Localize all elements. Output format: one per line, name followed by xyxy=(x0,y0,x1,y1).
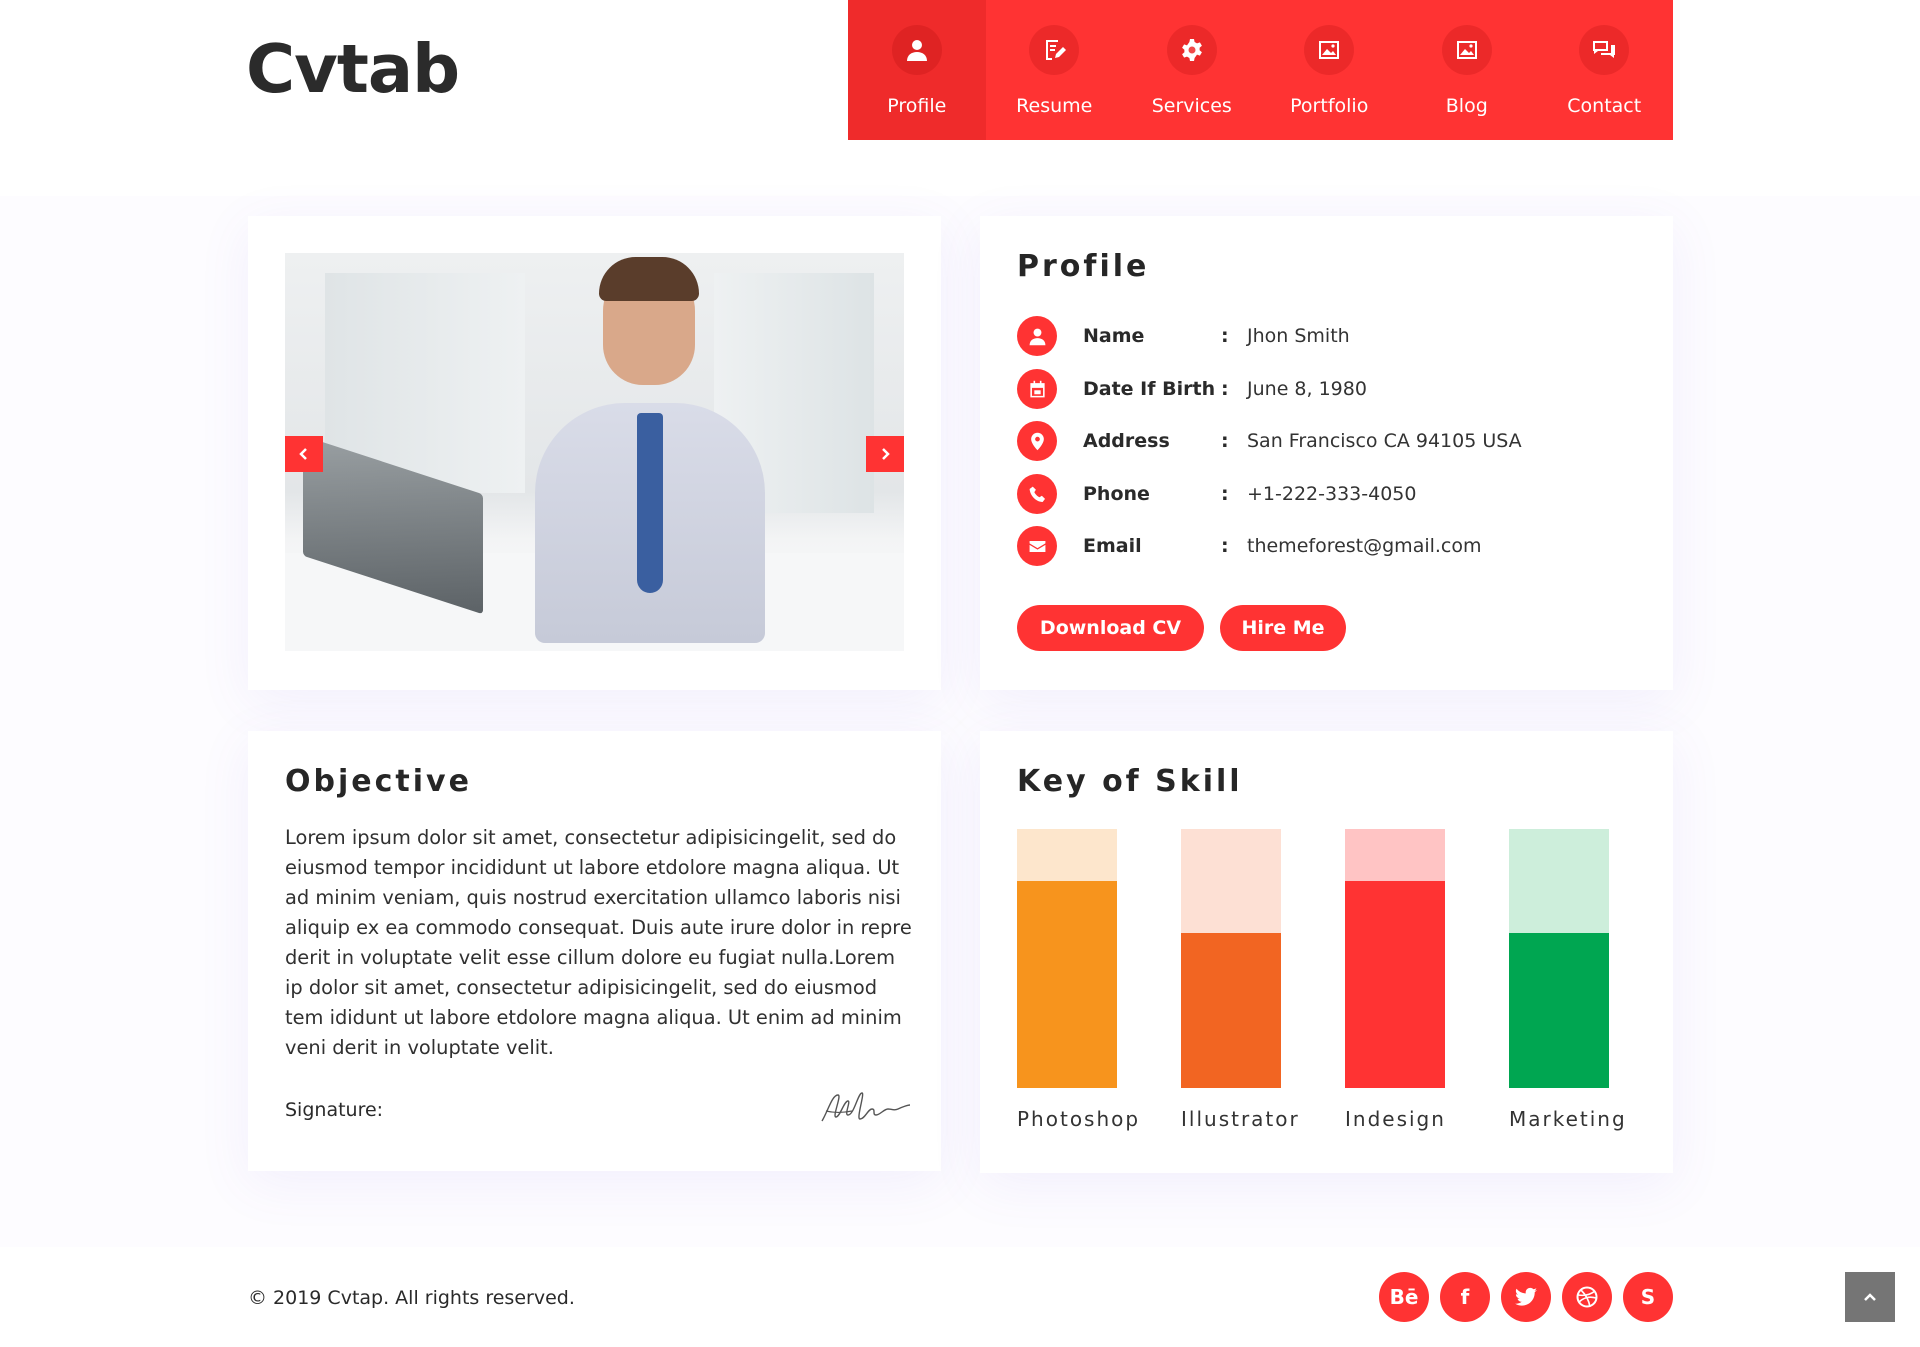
image-icon xyxy=(1441,25,1492,75)
skype-icon[interactable]: S xyxy=(1623,1272,1673,1322)
skype-glyph: S xyxy=(1640,1285,1656,1309)
calendar-icon xyxy=(1017,369,1057,409)
profile-key: Email xyxy=(1083,535,1142,557)
profile-value: Jhon Smith xyxy=(1247,325,1350,347)
profile-key: Name xyxy=(1083,325,1145,347)
profile-title: Profile xyxy=(1017,249,1150,284)
behance-glyph: Bē xyxy=(1389,1285,1419,1309)
facebook-icon[interactable]: f xyxy=(1440,1272,1490,1322)
profile-photo xyxy=(285,253,904,651)
profile-card: Profile Name : Jhon Smith Date If Birth … xyxy=(980,216,1673,690)
profile-key: Date If Birth xyxy=(1083,378,1216,400)
phone-icon xyxy=(1017,474,1057,514)
objective-card: Objective Lorem ipsum dolor sit amet, co… xyxy=(248,731,941,1171)
photo-hair xyxy=(599,257,699,301)
skill-label: Indesign xyxy=(1345,1107,1446,1131)
skill-label: Photoshop xyxy=(1017,1107,1141,1131)
skill-bar-fill xyxy=(1017,880,1117,1088)
profile-row-email: Email : themeforest@gmail.com xyxy=(1017,526,1482,566)
skills-card: Key of Skill Photoshop Illustrator Indes… xyxy=(980,731,1673,1173)
chat-icon xyxy=(1579,25,1630,75)
copyright-text: © 2019 Cvtap. All rights reserved. xyxy=(248,1287,575,1309)
chevron-left-icon xyxy=(299,448,307,460)
document-edit-icon xyxy=(1029,25,1080,75)
user-icon xyxy=(1017,316,1057,356)
nav-label: Contact xyxy=(1567,95,1642,117)
skills-title: Key of Skill xyxy=(1017,764,1243,799)
objective-text: Lorem ipsum dolor sit amet, consectetur … xyxy=(285,826,912,1059)
skill-bar-track xyxy=(1509,829,1609,1088)
nav-label: Resume xyxy=(1016,95,1093,117)
facebook-glyph: f xyxy=(1460,1285,1470,1309)
skill-photoshop: Photoshop xyxy=(1017,829,1138,1131)
skill-indesign: Indesign xyxy=(1345,829,1445,1131)
profile-row-address: Address : San Francisco CA 94105 USA xyxy=(1017,421,1522,461)
nav-item-resume[interactable]: Resume xyxy=(986,0,1124,140)
profile-row-phone: Phone : +1-222-333-4050 xyxy=(1017,474,1416,514)
nav-item-portfolio[interactable]: Portfolio xyxy=(1261,0,1399,140)
photo-slider-card xyxy=(248,216,941,690)
site-logo[interactable]: Cvtab xyxy=(246,30,460,108)
user-icon xyxy=(891,25,942,75)
main-nav: Profile Resume Services Portfolio Blog C… xyxy=(848,0,1673,140)
profile-value: San Francisco CA 94105 USA xyxy=(1247,430,1522,452)
profile-value[interactable]: themeforest@gmail.com xyxy=(1247,535,1482,557)
envelope-icon xyxy=(1017,526,1057,566)
profile-separator: : xyxy=(1221,430,1229,452)
profile-separator: : xyxy=(1221,325,1229,347)
nav-label: Services xyxy=(1151,95,1232,117)
signature-image xyxy=(821,1092,911,1122)
skill-bar-fill xyxy=(1181,932,1281,1088)
hire-me-button[interactable]: Hire Me xyxy=(1220,605,1346,651)
slider-prev-button[interactable] xyxy=(285,436,323,472)
profile-row-name: Name : Jhon Smith xyxy=(1017,316,1350,356)
profile-separator: : xyxy=(1221,378,1229,400)
nav-label: Profile xyxy=(887,95,947,117)
nav-item-profile[interactable]: Profile xyxy=(848,0,986,140)
footer: © 2019 Cvtap. All rights reserved. Bē f … xyxy=(0,1247,1920,1347)
dribbble-icon[interactable] xyxy=(1562,1272,1612,1322)
skill-illustrator: Illustrator xyxy=(1181,829,1298,1131)
gear-icon xyxy=(1166,25,1217,75)
download-cv-button[interactable]: Download CV xyxy=(1017,605,1204,651)
profile-separator: : xyxy=(1221,483,1229,505)
dribbble-glyph xyxy=(1576,1286,1598,1308)
skill-bar-track xyxy=(1017,829,1117,1088)
nav-item-contact[interactable]: Contact xyxy=(1536,0,1674,140)
skill-bar-fill xyxy=(1509,932,1609,1088)
twitter-icon[interactable] xyxy=(1501,1272,1551,1322)
skill-bar-track xyxy=(1345,829,1445,1088)
profile-separator: : xyxy=(1221,535,1229,557)
twitter-glyph xyxy=(1515,1287,1537,1306)
location-pin-icon xyxy=(1017,421,1057,461)
skill-label: Illustrator xyxy=(1181,1107,1300,1131)
profile-key: Phone xyxy=(1083,483,1150,505)
skill-label: Marketing xyxy=(1509,1107,1627,1131)
nav-label: Blog xyxy=(1445,95,1488,117)
nav-item-services[interactable]: Services xyxy=(1123,0,1261,140)
chevron-right-icon xyxy=(882,448,890,460)
nav-item-blog[interactable]: Blog xyxy=(1398,0,1536,140)
profile-key: Address xyxy=(1083,430,1170,452)
slider-next-button[interactable] xyxy=(866,436,904,472)
objective-title: Objective xyxy=(285,764,472,799)
skill-marketing: Marketing xyxy=(1509,829,1625,1131)
profile-value: +1-222-333-4050 xyxy=(1247,483,1417,505)
behance-icon[interactable]: Bē xyxy=(1379,1272,1429,1322)
chevron-up-icon xyxy=(1864,1293,1876,1301)
skill-bar-fill xyxy=(1345,880,1445,1088)
signature-label: Signature: xyxy=(285,1099,384,1121)
photo-tie xyxy=(637,413,663,593)
profile-value: June 8, 1980 xyxy=(1247,378,1367,400)
scroll-to-top-button[interactable] xyxy=(1845,1272,1895,1322)
profile-row-dob: Date If Birth : June 8, 1980 xyxy=(1017,369,1367,409)
image-icon xyxy=(1304,25,1355,75)
nav-label: Portfolio xyxy=(1290,95,1369,117)
skill-bar-track xyxy=(1181,829,1281,1088)
